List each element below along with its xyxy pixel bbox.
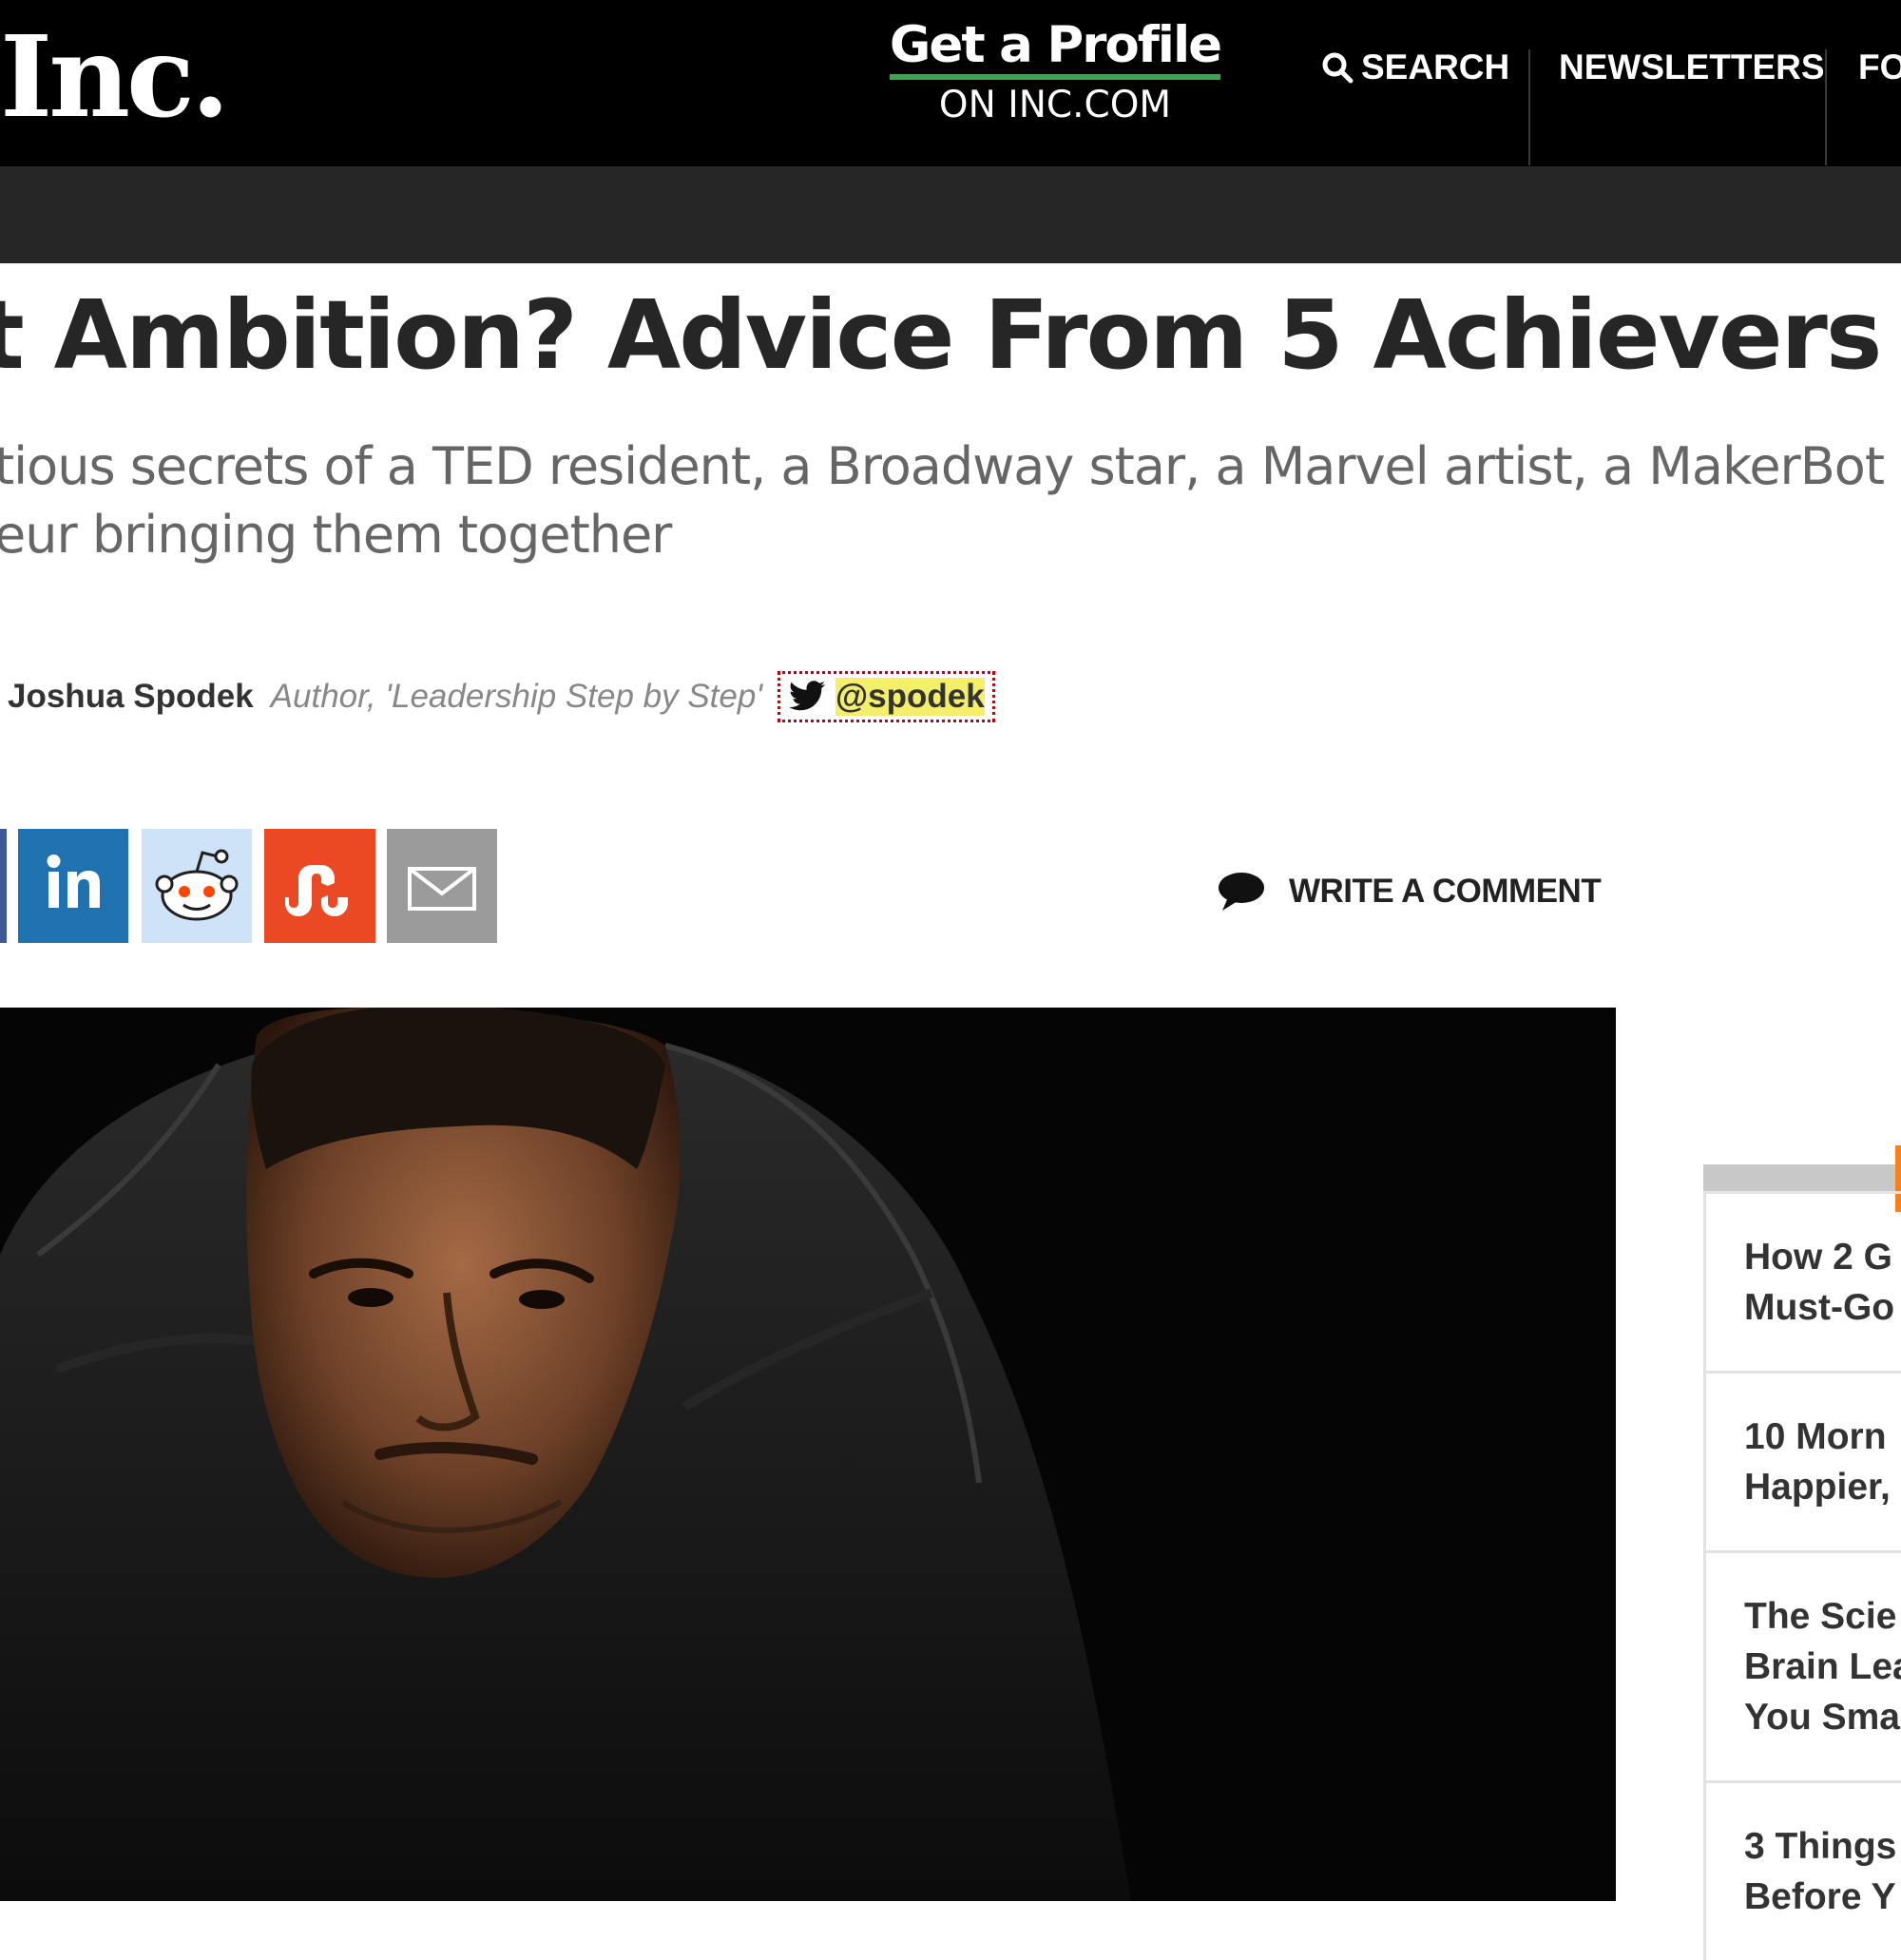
reddit-icon: [155, 849, 239, 921]
search-icon: [1322, 52, 1354, 84]
byline: Joshua Spodek Author, 'Leadership Step b…: [8, 671, 995, 722]
sidebar-article-line: 3 Things: [1744, 1826, 1897, 1867]
sidebar-article-list: How 2 G Must-Go 10 Morn Happier, The Sci…: [1703, 1191, 1901, 1960]
site-header: Inc. Get a Profile ON INC.COM SEARCH NEW…: [0, 0, 1901, 166]
nav-partial-link[interactable]: FO: [1858, 48, 1901, 87]
sidebar-article-line: Must-Go: [1744, 1287, 1895, 1328]
nav-search-link[interactable]: SEARCH: [1321, 48, 1509, 87]
sidebar-article-line: You Sma: [1744, 1697, 1900, 1738]
promo-subtitle: ON INC.COM: [938, 83, 1172, 126]
author-title: Author, 'Leadership Step by Step': [270, 678, 762, 715]
email-icon: [408, 867, 476, 911]
article-headline: t Ambition? Advice From 5 Achievers: [0, 279, 1882, 391]
dek-line: eur bringing them together: [0, 505, 672, 565]
stumbleupon-icon: [285, 865, 348, 916]
article-dek: tious secrets of a TED resident, a Broad…: [0, 432, 1901, 569]
get-a-profile-promo[interactable]: Get a Profile ON INC.COM: [884, 19, 1226, 126]
sidebar-article-line: Brain Lea: [1744, 1646, 1901, 1687]
sidebar-article-line: Before Y: [1744, 1876, 1896, 1917]
promo-title: Get a Profile: [889, 19, 1222, 80]
sidebar-article-link[interactable]: 10 Morn Happier,: [1703, 1371, 1901, 1550]
sidebar-article-link[interactable]: How 2 G Must-Go: [1703, 1191, 1901, 1371]
twitter-icon: [789, 681, 826, 711]
sidebar-article-line: Happier,: [1744, 1467, 1891, 1508]
nav-search-label: SEARCH: [1361, 48, 1510, 86]
athlete-photo: [0, 1008, 1616, 1901]
facebook-share-button[interactable]: [0, 829, 7, 943]
sidebar-article-line: The Scie: [1744, 1596, 1897, 1637]
email-share-button[interactable]: [387, 829, 497, 943]
write-comment-label: WRITE A COMMENT: [1289, 873, 1602, 910]
twitter-link[interactable]: @spodek: [778, 671, 995, 722]
nav-newsletters-link[interactable]: NEWSLETTERS: [1559, 48, 1825, 87]
hero-image: [0, 1008, 1616, 1901]
sidebar-article-link[interactable]: The Scie Brain Lea You Sma: [1703, 1550, 1901, 1780]
linkedin-share-button[interactable]: [18, 829, 128, 943]
author-name[interactable]: Joshua Spodek: [8, 678, 254, 716]
sidebar-article-line: 10 Morn: [1744, 1416, 1887, 1457]
sidebar-article-link[interactable]: 3 Things Before Y: [1703, 1780, 1901, 1960]
sub-navigation-bar: [0, 166, 1901, 263]
speech-bubble-icon: [1219, 873, 1264, 911]
nav-divider: [1825, 49, 1827, 165]
write-comment-link[interactable]: WRITE A COMMENT: [1217, 871, 1602, 913]
sidebar-article-line: How 2 G: [1744, 1237, 1893, 1278]
nav-divider: [1528, 49, 1530, 165]
twitter-handle: @spodek: [835, 678, 985, 716]
dek-line: tious secrets of a TED resident, a Broad…: [0, 436, 1901, 496]
stumbleupon-share-button[interactable]: [264, 829, 375, 943]
linkedin-icon: [47, 855, 100, 908]
reddit-share-button[interactable]: [142, 829, 252, 943]
inc-logo[interactable]: Inc.: [0, 21, 230, 133]
sidebar-header-bar: [1703, 1164, 1901, 1191]
